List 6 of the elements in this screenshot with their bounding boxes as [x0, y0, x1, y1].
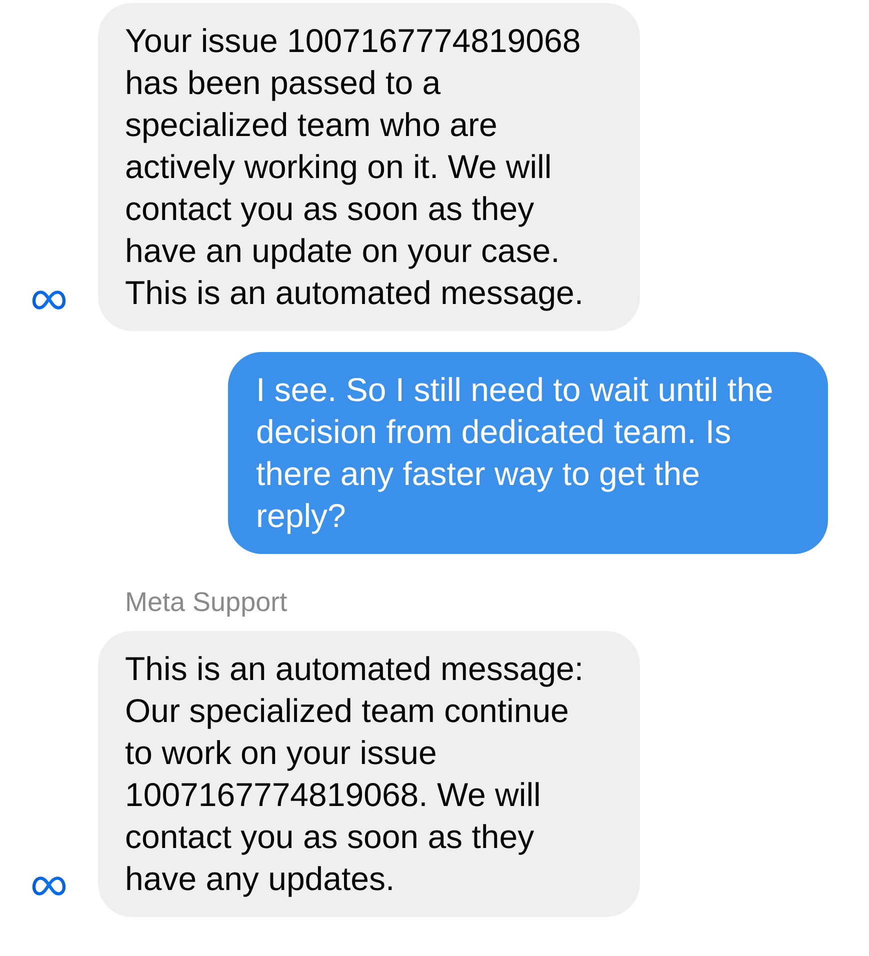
message-bubble: This is an automated message: Our specialized team continue to work on your issue 1007167774819068. We will contact you as soon as they have any updates.	[98, 631, 640, 917]
infinity-icon	[32, 876, 66, 896]
message-bubble: Your issue 1007167774819068 has been passed to a specialized team who are actively working on it. We will contact you as soon as they have an update on your case. This is an automated message.	[98, 3, 640, 331]
message-bubble: I see. So I still need to wait until the decision from dedicated team. Is there any faster way to get the reply?	[228, 352, 828, 554]
sender-name: Meta Support	[125, 586, 288, 618]
infinity-icon	[32, 290, 66, 310]
